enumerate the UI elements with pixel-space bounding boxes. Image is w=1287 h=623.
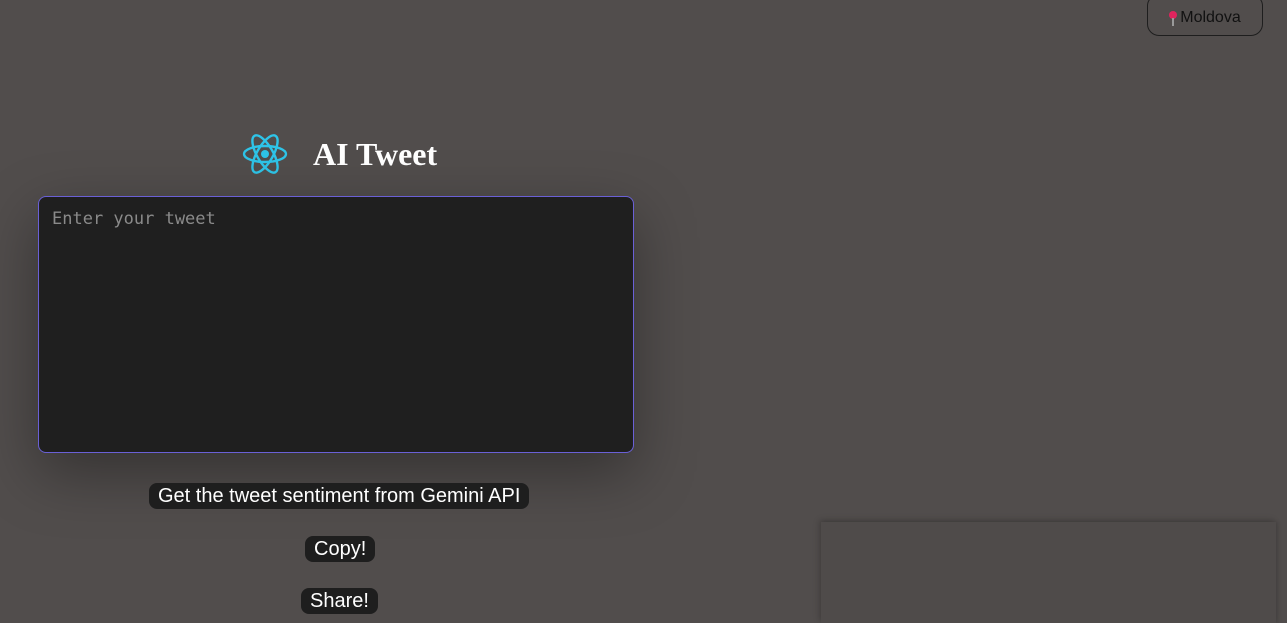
get-sentiment-button[interactable]: Get the tweet sentiment from Gemini API [149,483,530,509]
share-button[interactable]: Share! [301,588,378,614]
location-label: Moldova [1180,9,1241,26]
location-button[interactable]: Moldova [1147,0,1263,36]
tweet-input[interactable] [38,196,634,453]
page-title: AI Tweet [313,136,438,172]
copy-button[interactable]: Copy! [305,536,376,562]
react-atom-icon [242,134,288,174]
app-header: AI Tweet [241,129,437,179]
pin-icon [1169,10,1178,26]
result-panel [821,522,1276,623]
